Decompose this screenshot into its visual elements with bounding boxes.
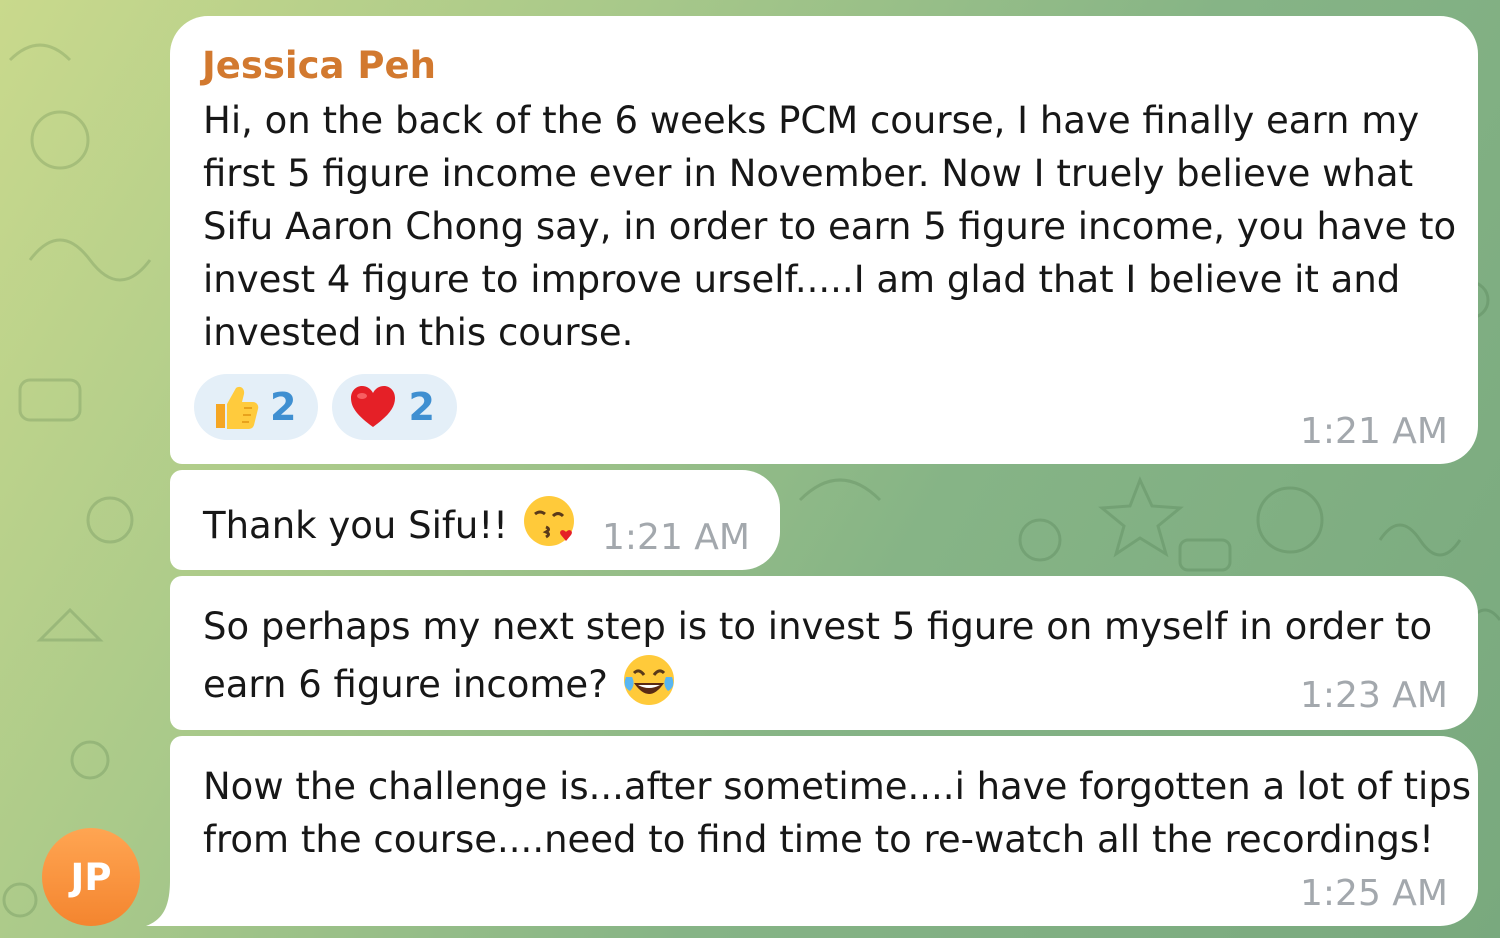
message-line: So perhaps my next step is to invest 5 f… — [203, 605, 1433, 648]
message-line: from the course....need to find time to … — [203, 818, 1434, 861]
reaction-thumbs-up[interactable]: 2 — [194, 374, 319, 440]
face-blowing-kiss-icon — [524, 496, 575, 546]
reactions-bar: 2 2 — [194, 374, 457, 440]
message-bubble[interactable]: So perhaps my next step is to invest 5 f… — [170, 576, 1478, 730]
message-text: So perhaps my next step is to invest 5 f… — [203, 600, 1432, 711]
message-line: invested in this course. — [203, 311, 634, 354]
avatar-initials: JP — [70, 855, 112, 899]
bubble-tail — [146, 880, 186, 926]
message-line: first 5 figure income ever in November. … — [203, 152, 1414, 195]
thumbs-up-icon — [216, 386, 259, 429]
message-line: Hi, on the back of the 6 weeks PCM cours… — [203, 99, 1420, 142]
message-bubble[interactable]: Now the challenge is...after sometime...… — [170, 736, 1478, 926]
message-line: invest 4 figure to improve urself.....I … — [203, 258, 1401, 301]
reaction-count: 2 — [270, 385, 297, 429]
message-line: Sifu Aaron Chong say, in order to earn 5… — [203, 205, 1457, 248]
message-timestamp: 1:21 AM — [1300, 411, 1448, 452]
avatar[interactable]: JP — [42, 828, 140, 926]
reaction-heart[interactable]: 2 — [332, 374, 457, 440]
message-bubble[interactable]: Jessica Peh Hi, on the back of the 6 wee… — [170, 16, 1478, 464]
message-text: Now the challenge is...after sometime...… — [203, 760, 1471, 866]
tears-of-joy-icon — [623, 655, 674, 705]
message-text: Thank you Sifu!! — [203, 494, 576, 552]
message-timestamp: 1:25 AM — [1300, 873, 1448, 914]
message-timestamp: 1:23 AM — [1300, 675, 1448, 716]
message-timestamp: 1:21 AM — [602, 517, 750, 558]
message-bubble[interactable]: Thank you Sifu!! 1:21 AM — [170, 470, 780, 570]
message-line: Thank you Sifu!! — [203, 504, 509, 547]
sender-name[interactable]: Jessica Peh — [202, 44, 436, 87]
message-text: Hi, on the back of the 6 weeks PCM cours… — [203, 94, 1456, 359]
red-heart-icon — [351, 386, 396, 427]
reaction-count: 2 — [408, 385, 435, 429]
message-line: Now the challenge is...after sometime...… — [203, 765, 1472, 808]
message-line: earn 6 figure income? — [203, 663, 608, 706]
